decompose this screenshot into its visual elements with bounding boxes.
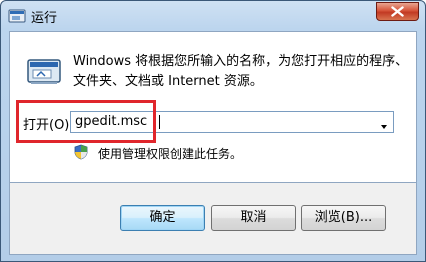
title-bar[interactable]: 运行 [1, 1, 425, 31]
text-caret [159, 115, 160, 129]
cancel-button[interactable]: 取消 [211, 205, 296, 231]
window-title: 运行 [31, 11, 58, 26]
description-text: Windows 将根据您所输入的名称，为您打开相应的程序、 文件夹、文档或 In… [73, 52, 408, 92]
admin-privilege-note: 使用管理权限创建此任务。 [98, 147, 243, 161]
shield-icon [74, 144, 88, 160]
dialog-body: Windows 将根据您所输入的名称，为您打开相应的程序、 文件夹、文档或 In… [9, 31, 417, 183]
button-bar: 确定 取消 浏览(B)... [9, 183, 417, 255]
ok-button[interactable]: 确定 [120, 205, 205, 231]
open-combobox[interactable]: gpedit.msc [70, 111, 394, 133]
close-icon [391, 6, 404, 17]
run-program-icon [27, 59, 61, 85]
browse-button[interactable]: 浏览(B)... [301, 205, 386, 231]
open-label: 打开(O): [23, 118, 74, 133]
open-input[interactable]: gpedit.msc [75, 114, 147, 129]
chevron-down-icon[interactable] [378, 117, 390, 129]
run-icon [8, 8, 26, 24]
description-line-1: Windows 将根据您所输入的名称，为您打开相应的程序、 [73, 54, 409, 69]
description-line-2: 文件夹、文档或 Internet 资源。 [73, 74, 263, 89]
run-dialog: 运行 Windows 将根据您所输入的名称，为您打开相应的程序、 文件夹、文档或… [0, 0, 426, 262]
close-button[interactable] [376, 2, 419, 21]
